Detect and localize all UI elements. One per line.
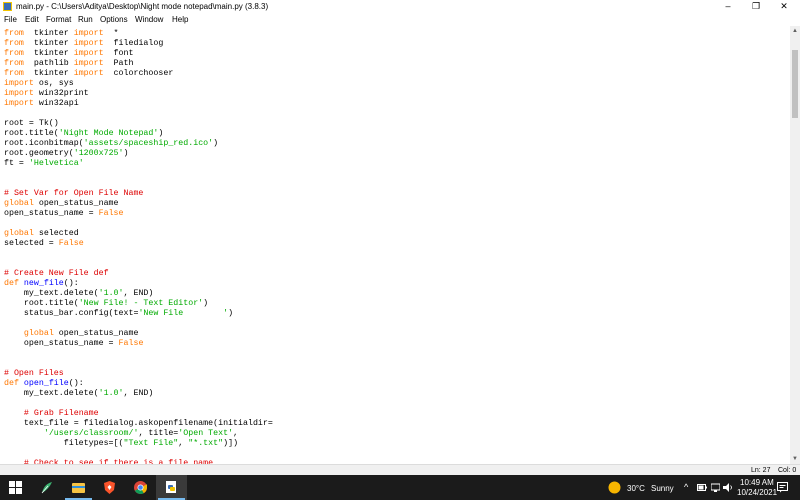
code-line[interactable] bbox=[4, 449, 273, 459]
code-editor[interactable]: from tkinter import * from tkinter import… bbox=[0, 26, 790, 464]
code-line[interactable]: filetypes=[("Text File", "*.txt")]) bbox=[4, 439, 273, 449]
idle-python-icon bbox=[166, 481, 176, 493]
volume-icon[interactable] bbox=[723, 483, 733, 492]
taskbar-file-explorer[interactable] bbox=[63, 475, 94, 500]
code-line[interactable]: ft = 'Helvetica' bbox=[4, 159, 273, 169]
code-line[interactable]: status_bar.config(text='New File ') bbox=[4, 309, 273, 319]
python-file-icon bbox=[3, 2, 12, 11]
brave-browser-icon bbox=[104, 481, 115, 494]
code-line[interactable]: # Create New File def bbox=[4, 269, 273, 279]
code-line[interactable]: my_text.delete('1.0', END) bbox=[4, 389, 273, 399]
close-button[interactable]: ✕ bbox=[770, 0, 798, 13]
code-line[interactable] bbox=[4, 359, 273, 369]
code-line[interactable]: root.iconbitmap('assets/spaceship_red.ic… bbox=[4, 139, 273, 149]
menu-edit[interactable]: Edit bbox=[25, 13, 39, 26]
code-line[interactable] bbox=[4, 219, 273, 229]
menu-window[interactable]: Window bbox=[135, 13, 163, 26]
start-button[interactable] bbox=[0, 475, 31, 500]
taskbar-idle[interactable] bbox=[156, 475, 187, 500]
file-explorer-icon bbox=[72, 483, 85, 493]
code-line[interactable]: global selected bbox=[4, 229, 273, 239]
code-line[interactable]: '/users/classroom/', title='Open Text', bbox=[4, 429, 273, 439]
weather-condition[interactable]: Sunny bbox=[651, 484, 674, 493]
sun-icon bbox=[608, 481, 621, 494]
code-line[interactable]: global open_status_name bbox=[4, 199, 273, 209]
code-line[interactable] bbox=[4, 169, 273, 179]
code-line[interactable]: from pathlib import Path bbox=[4, 59, 273, 69]
clock-date[interactable]: 10/24/2021 bbox=[737, 488, 777, 497]
code-line[interactable] bbox=[4, 349, 273, 359]
scrollbar-thumb[interactable] bbox=[792, 50, 798, 118]
code-line[interactable]: # Set Var for Open File Name bbox=[4, 189, 273, 199]
code-line[interactable] bbox=[4, 259, 273, 269]
code-line[interactable]: root = Tk() bbox=[4, 119, 273, 129]
code-line[interactable]: def new_file(): bbox=[4, 279, 273, 289]
menu-format[interactable]: Format bbox=[46, 13, 71, 26]
weather-temperature[interactable]: 30°C bbox=[627, 484, 645, 493]
menu-run[interactable]: Run bbox=[78, 13, 93, 26]
restore-button[interactable]: ❐ bbox=[742, 0, 770, 13]
code-line[interactable]: open_status_name = False bbox=[4, 209, 273, 219]
code-line[interactable]: from tkinter import * bbox=[4, 29, 273, 39]
network-icon[interactable] bbox=[711, 483, 720, 492]
code-line[interactable] bbox=[4, 399, 273, 409]
code-line[interactable]: root.geometry('1200x725') bbox=[4, 149, 273, 159]
menu-bar: File Edit Format Run Options Window Help bbox=[0, 13, 800, 26]
code-line[interactable]: open_status_name = False bbox=[4, 339, 273, 349]
minimize-button[interactable]: – bbox=[714, 0, 742, 13]
code-text[interactable]: from tkinter import * from tkinter import… bbox=[4, 29, 273, 464]
window-title: main.py - C:\Users\Aditya\Desktop\Night … bbox=[16, 2, 269, 11]
taskbar-brave[interactable] bbox=[94, 475, 125, 500]
code-line[interactable]: root.title('Night Mode Notepad') bbox=[4, 129, 273, 139]
scroll-up-arrow-icon[interactable]: ▲ bbox=[790, 26, 800, 36]
code-line[interactable]: text_file = filedialog.askopenfilename(i… bbox=[4, 419, 273, 429]
code-line[interactable]: from tkinter import colorchooser bbox=[4, 69, 273, 79]
battery-icon[interactable] bbox=[697, 483, 707, 492]
code-line[interactable] bbox=[4, 109, 273, 119]
vertical-scrollbar[interactable]: ▲ ▼ bbox=[790, 26, 800, 464]
code-line[interactable]: global open_status_name bbox=[4, 329, 273, 339]
code-line[interactable]: # Grab Filename bbox=[4, 409, 273, 419]
code-line[interactable]: def open_file(): bbox=[4, 379, 273, 389]
clock-time[interactable]: 10:49 AM bbox=[740, 478, 774, 487]
code-line[interactable] bbox=[4, 249, 273, 259]
taskbar: 30°C Sunny ^ 10:49 AM 10/24/2021 bbox=[0, 475, 800, 500]
title-bar[interactable]: main.py - C:\Users\Aditya\Desktop\Night … bbox=[0, 0, 800, 13]
code-line[interactable]: root.title('New File! - Text Editor') bbox=[4, 299, 273, 309]
windows-start-icon bbox=[9, 481, 22, 494]
taskbar-chrome[interactable] bbox=[125, 475, 156, 500]
feather-app-icon bbox=[41, 482, 52, 494]
code-line[interactable]: selected = False bbox=[4, 239, 273, 249]
chrome-icon bbox=[134, 481, 147, 494]
code-line[interactable]: # Open Files bbox=[4, 369, 273, 379]
notifications-icon[interactable] bbox=[777, 482, 788, 493]
menu-help[interactable]: Help bbox=[172, 13, 188, 26]
code-line[interactable] bbox=[4, 319, 273, 329]
taskbar-app-feather[interactable] bbox=[31, 475, 63, 500]
menu-file[interactable]: File bbox=[4, 13, 17, 26]
code-line[interactable]: from tkinter import filedialog bbox=[4, 39, 273, 49]
code-line[interactable]: import os, sys bbox=[4, 79, 273, 89]
code-line[interactable] bbox=[4, 179, 273, 189]
code-line[interactable]: import win32print bbox=[4, 89, 273, 99]
menu-options[interactable]: Options bbox=[100, 13, 128, 26]
code-line[interactable]: import win32api bbox=[4, 99, 273, 109]
code-line[interactable]: from tkinter import font bbox=[4, 49, 273, 59]
scroll-down-arrow-icon[interactable]: ▼ bbox=[790, 454, 800, 464]
code-line[interactable]: my_text.delete('1.0', END) bbox=[4, 289, 273, 299]
tray-overflow-caret[interactable]: ^ bbox=[684, 482, 688, 492]
